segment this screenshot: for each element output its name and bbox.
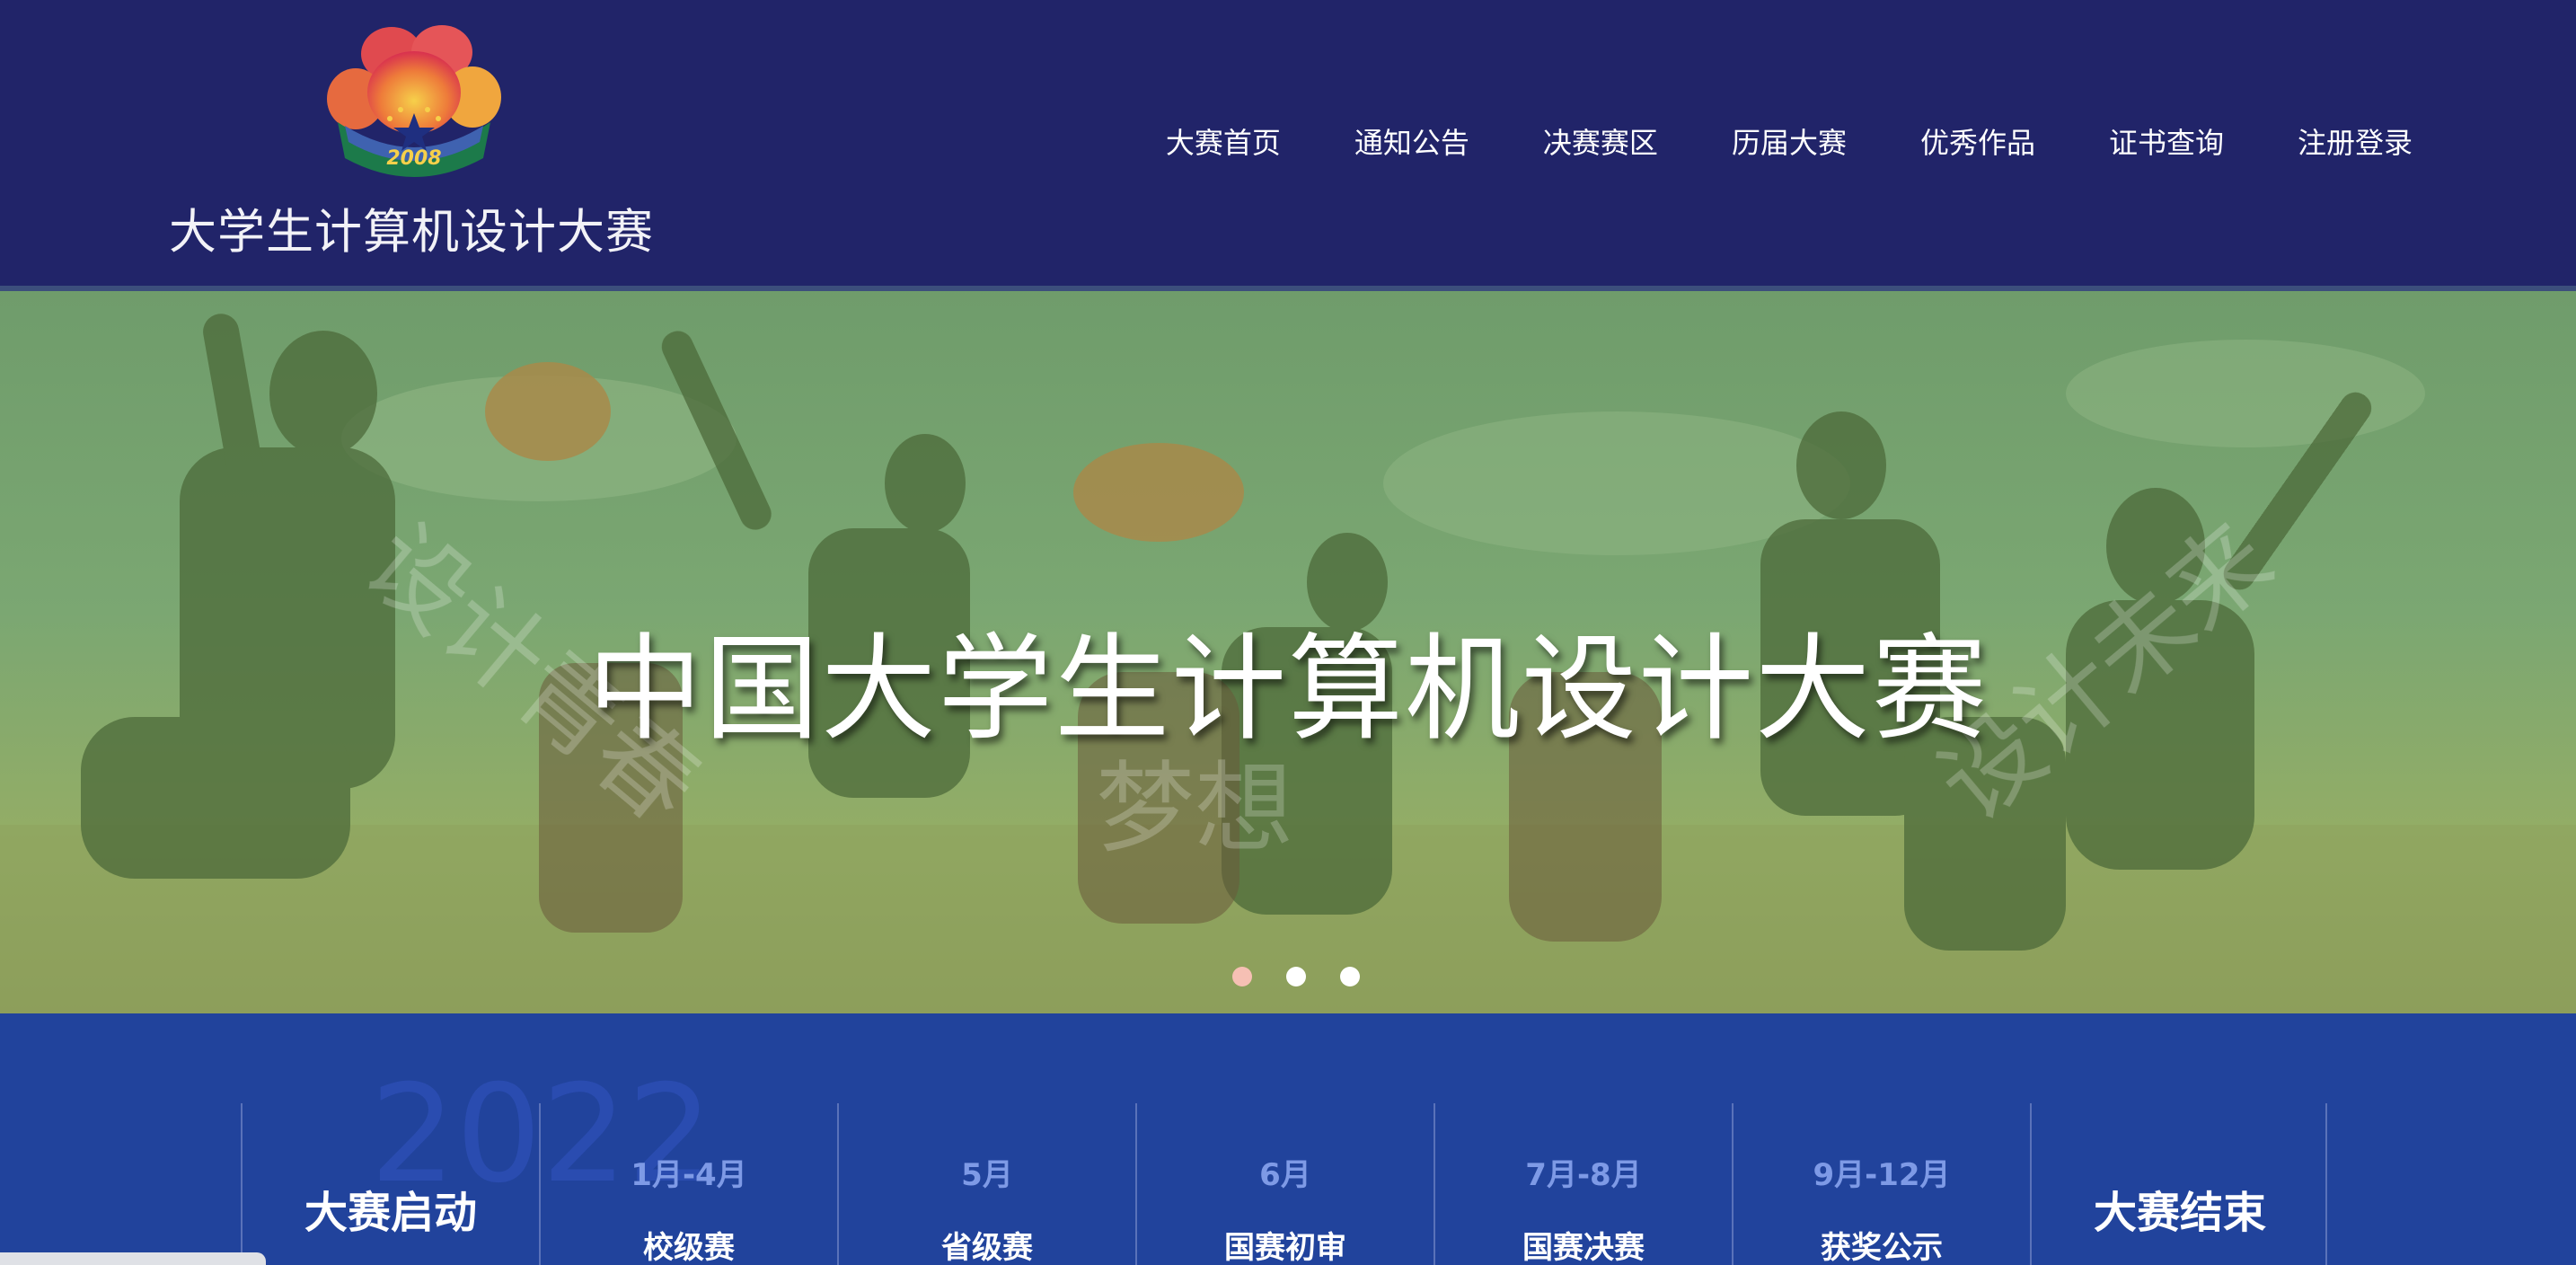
contest-timeline: 2022 大赛启动 1月-4月 校级赛 5月 省级赛 6月 国赛初审 7月-8月… <box>0 1013 2576 1265</box>
carousel-dot-1[interactable] <box>1232 967 1252 986</box>
timeline-step-period: 7月-8月 <box>1525 1157 1642 1193</box>
timeline-step-label: 大赛启动 <box>304 1188 477 1238</box>
header-divider <box>0 286 2576 291</box>
nav-item-notices[interactable]: 通知公告 <box>1354 120 1469 162</box>
timeline-step-period: 6月 <box>1259 1157 1311 1193</box>
carousel-dot-2[interactable] <box>1286 967 1306 986</box>
bottom-status-tab <box>0 1252 266 1265</box>
logo-year: 2008 <box>386 147 441 170</box>
timeline-step-end: 大赛结束 <box>2030 1103 2328 1265</box>
nav-item-past-contests[interactable]: 历届大赛 <box>1732 120 1847 162</box>
timeline-step-awards: 9月-12月 获奖公示 <box>1732 1103 2030 1265</box>
nav-item-final-regions[interactable]: 决赛赛区 <box>1543 120 1658 162</box>
hero-banner[interactable]: 设计青春 梦想 设计未来 中国大学生计算机设计大赛 <box>0 286 2576 1013</box>
site-logo[interactable]: 2008 大学生计算机设计大赛 <box>169 25 672 260</box>
timeline-step-province: 5月 省级赛 <box>837 1103 1135 1265</box>
nav-item-register-login[interactable]: 注册登录 <box>2298 120 2413 162</box>
timeline-step-period: 9月-12月 <box>1813 1157 1951 1193</box>
carousel-dot-3[interactable] <box>1340 967 1360 986</box>
timeline-step-start: 大赛启动 <box>241 1103 539 1265</box>
flower-logo-icon: 2008 <box>327 25 501 177</box>
timeline-step-label: 校级赛 <box>643 1230 735 1265</box>
timeline-step-prelim: 6月 国赛初审 <box>1135 1103 1434 1265</box>
timeline-step-period: 1月-4月 <box>631 1157 747 1193</box>
watermark-text-center: 梦想 <box>1096 751 1293 866</box>
nav-item-excellent-works[interactable]: 优秀作品 <box>1920 120 2035 162</box>
nav-item-home[interactable]: 大赛首页 <box>1166 120 1281 162</box>
timeline-step-label: 获奖公示 <box>1821 1230 1943 1265</box>
nav-item-certificate-query[interactable]: 证书查询 <box>2109 120 2224 162</box>
main-nav: 大赛首页 通知公告 决赛赛区 历届大赛 优秀作品 证书查询 注册登录 <box>1092 120 2413 162</box>
banner-title: 中国大学生计算机设计大赛 <box>587 623 1989 756</box>
site-title: 大学生计算机设计大赛 <box>169 205 654 260</box>
timeline-step-label: 国赛决赛 <box>1522 1230 1645 1265</box>
timeline-step-label: 省级赛 <box>941 1230 1033 1265</box>
carousel-dots <box>1232 967 1394 986</box>
timeline-step-period: 5月 <box>961 1157 1013 1193</box>
timeline-end-divider <box>2325 1103 2327 1265</box>
timeline-step-label: 大赛结束 <box>2093 1188 2266 1238</box>
site-header: 2008 大学生计算机设计大赛 大赛首页 通知公告 决赛赛区 历届大赛 优秀作品… <box>0 0 2576 286</box>
timeline-step-final: 7月-8月 国赛决赛 <box>1434 1103 1732 1265</box>
timeline-step-school: 1月-4月 校级赛 <box>539 1103 837 1265</box>
timeline-step-label: 国赛初审 <box>1224 1230 1346 1265</box>
